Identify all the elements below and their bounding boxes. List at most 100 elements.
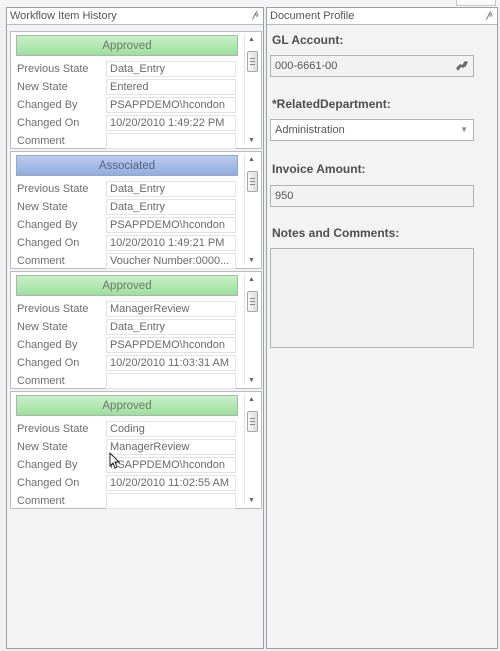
history-row: Changed On 10/20/2010 11:03:31 AM — [16, 355, 238, 372]
workflow-history-header: Workflow Item History 𝓅 — [7, 8, 263, 25]
history-row: Previous State Coding — [16, 421, 238, 438]
history-row-value: Entered — [106, 79, 236, 95]
history-row-label: New State — [17, 321, 68, 333]
history-row: Changed By PSAPPDEMO\hcondon — [16, 97, 238, 114]
history-row-value: PSAPPDEMO\hcondon — [106, 97, 236, 113]
document-profile-title: Document Profile — [270, 10, 355, 22]
history-row: Comment — [16, 373, 238, 390]
related-department-select[interactable]: Administration ▼ — [270, 119, 474, 141]
scroll-up-icon[interactable]: ▲ — [248, 156, 255, 163]
history-row-label: Previous State — [17, 303, 89, 315]
pin-icon[interactable]: 𝓅 — [486, 9, 493, 20]
history-row: New State ManagerReview — [16, 439, 238, 456]
history-row-value: PSAPPDEMO\hcondon — [106, 337, 236, 353]
pin-icon[interactable]: 𝓅 — [252, 9, 259, 20]
workflow-history-title: Workflow Item History — [10, 10, 117, 22]
history-row-value — [106, 373, 236, 389]
history-row: Previous State ManagerReview — [16, 301, 238, 318]
history-row-value: ManagerReview — [106, 439, 236, 455]
workflow-card: Approved Previous State Coding New State Man… — [10, 391, 262, 509]
history-row-value: Data_Entry — [106, 61, 236, 77]
workflow-card: Approved Previous State ManagerReview New S… — [10, 271, 262, 389]
scroll-up-icon[interactable]: ▲ — [248, 36, 255, 43]
history-row-label: Previous State — [17, 63, 89, 75]
history-row-value: PSAPPDEMO\hcondon — [106, 217, 236, 233]
history-row-label: Changed By — [17, 219, 78, 231]
history-row-value: 10/20/2010 11:02:55 AM — [106, 475, 236, 491]
scroll-down-icon[interactable]: ▼ — [248, 257, 255, 264]
workflow-card: Approved Previous State Data_Entry New Stat… — [10, 31, 262, 149]
scroll-thumb[interactable] — [247, 411, 258, 432]
scroll-thumb[interactable] — [247, 171, 258, 192]
history-row: Changed On 10/20/2010 1:49:21 PM — [16, 235, 238, 252]
card-scrollbar[interactable]: ▲ ▼ — [244, 395, 260, 505]
history-row: New State Entered — [16, 79, 238, 96]
scroll-thumb[interactable] — [247, 291, 258, 312]
history-row-label: Comment — [17, 255, 65, 267]
history-row-value: Data_Entry — [106, 199, 236, 215]
window-tab-stub[interactable] — [456, 0, 496, 6]
history-row-value: ManagerReview — [106, 301, 236, 317]
state-badge: Associated — [16, 155, 238, 176]
history-row-value: Data_Entry — [106, 319, 236, 335]
invoice-amount-field[interactable]: 950 — [270, 185, 474, 207]
lookup-icon[interactable] — [455, 59, 469, 76]
history-row-label: New State — [17, 81, 68, 93]
history-row-label: Changed By — [17, 459, 78, 471]
state-badge: Approved — [16, 275, 238, 296]
history-row-value: 10/20/2010 11:03:31 AM — [106, 355, 236, 371]
history-row: Changed By PSAPPDEMO\hcondon — [16, 217, 238, 234]
history-row-value — [106, 493, 236, 509]
invoice-amount-value: 950 — [275, 190, 294, 202]
history-row-label: Changed By — [17, 339, 78, 351]
workflow-history-panel: Workflow Item History 𝓅 Approved Previous… — [6, 7, 264, 649]
history-row-label: New State — [17, 201, 68, 213]
history-row-label: Comment — [17, 495, 65, 507]
history-row-label: Changed On — [17, 237, 80, 249]
gl-account-value: 000-6661-00 — [275, 60, 338, 72]
history-row: Changed On 10/20/2010 11:02:55 AM — [16, 475, 238, 492]
state-badge: Approved — [16, 395, 238, 416]
history-row: New State Data_Entry — [16, 199, 238, 216]
history-row-value: Voucher Number:0000... — [106, 253, 236, 269]
history-row-value: PSAPPDEMO\hcondon — [106, 457, 236, 473]
history-row-label: Changed By — [17, 99, 78, 111]
history-row-label: Changed On — [17, 117, 80, 129]
related-department-value: Administration — [275, 124, 345, 136]
scroll-down-icon[interactable]: ▼ — [248, 377, 255, 384]
scroll-up-icon[interactable]: ▲ — [248, 396, 255, 403]
scroll-down-icon[interactable]: ▼ — [248, 137, 255, 144]
related-department-label: *RelatedDepartment: — [272, 97, 391, 111]
history-row-label: Comment — [17, 375, 65, 387]
notes-textarea[interactable] — [270, 248, 474, 348]
history-row: New State Data_Entry — [16, 319, 238, 336]
top-strip — [0, 0, 500, 7]
history-row-label: Previous State — [17, 183, 89, 195]
history-row-value — [106, 133, 236, 149]
history-row: Changed By PSAPPDEMO\hcondon — [16, 337, 238, 354]
notes-label: Notes and Comments: — [272, 226, 400, 240]
chevron-down-icon[interactable]: ▼ — [460, 125, 468, 134]
scroll-thumb[interactable] — [247, 51, 258, 72]
history-row-label: Changed On — [17, 357, 80, 369]
history-row-label: New State — [17, 441, 68, 453]
history-row: Comment Voucher Number:0000... — [16, 253, 238, 270]
card-scrollbar[interactable]: ▲ ▼ — [244, 155, 260, 265]
history-row: Comment — [16, 133, 238, 150]
history-row-label: Previous State — [17, 423, 89, 435]
history-row: Changed On 10/20/2010 1:49:22 PM — [16, 115, 238, 132]
history-row: Comment — [16, 493, 238, 510]
workflow-card: Associated Previous State Data_Entry New St… — [10, 151, 262, 269]
state-badge: Approved — [16, 35, 238, 56]
history-row-value: 10/20/2010 1:49:21 PM — [106, 235, 236, 251]
gl-account-label: GL Account: — [272, 33, 344, 47]
scroll-up-icon[interactable]: ▲ — [248, 276, 255, 283]
scroll-down-icon[interactable]: ▼ — [248, 497, 255, 504]
history-row-label: Changed On — [17, 477, 80, 489]
history-row-value: 10/20/2010 1:49:22 PM — [106, 115, 236, 131]
gl-account-field[interactable]: 000-6661-00 — [270, 55, 474, 77]
history-row: Changed By PSAPPDEMO\hcondon — [16, 457, 238, 474]
card-scrollbar[interactable]: ▲ ▼ — [244, 275, 260, 385]
card-scrollbar[interactable]: ▲ ▼ — [244, 35, 260, 145]
history-row: Previous State Data_Entry — [16, 181, 238, 198]
